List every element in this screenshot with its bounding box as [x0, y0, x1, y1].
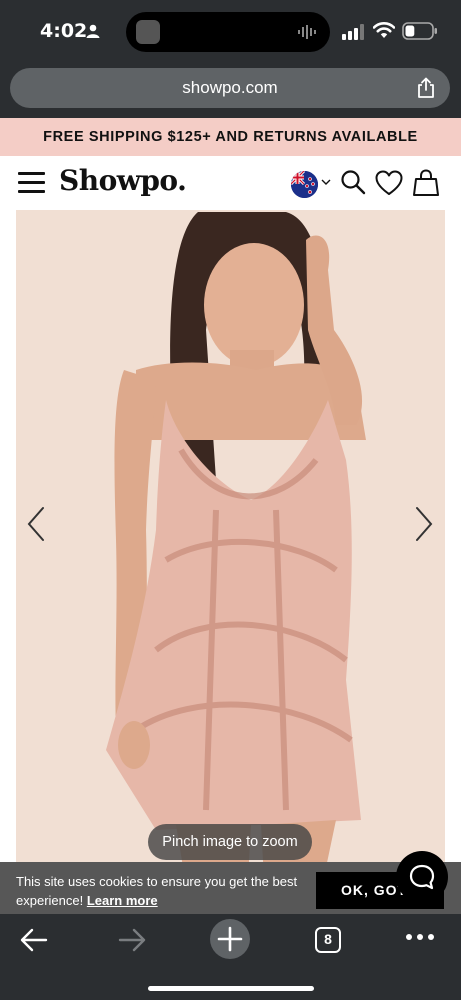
forward-arrow-icon[interactable] [118, 928, 146, 952]
hamburger-menu-icon[interactable] [18, 172, 45, 193]
chat-button[interactable] [396, 851, 448, 903]
plus-icon [217, 926, 243, 952]
site-logo[interactable]: Showpo. [59, 164, 187, 197]
status-time: 4:02 [40, 20, 88, 42]
new-tab-button[interactable] [210, 919, 250, 959]
dynamic-island [126, 12, 330, 52]
home-indicator [148, 986, 314, 991]
status-bar: 4:02 [0, 0, 461, 62]
chat-bubble-icon [409, 864, 435, 890]
learn-more-link[interactable]: Learn more [87, 893, 158, 908]
browser-address-row: showpo.com [0, 62, 461, 118]
audio-wave-icon [298, 25, 316, 39]
cookie-message: This site uses cookies to ensure you get… [16, 872, 306, 910]
chevron-down-icon[interactable] [321, 178, 331, 186]
album-art-icon [136, 20, 160, 44]
site-header: Showpo. [0, 156, 461, 210]
address-bar[interactable]: showpo.com [10, 68, 450, 108]
product-image[interactable] [16, 210, 445, 915]
wifi-icon [373, 22, 395, 38]
more-options-icon[interactable] [405, 932, 435, 942]
url-text[interactable]: showpo.com [10, 78, 450, 98]
heart-icon[interactable] [375, 170, 403, 196]
previous-image-arrow-icon[interactable] [26, 506, 46, 542]
share-icon[interactable] [416, 77, 436, 99]
promo-banner[interactable]: FREE SHIPPING $125+ AND RETURNS AVAILABL… [0, 118, 461, 156]
battery-icon [402, 22, 437, 40]
cookie-banner: This site uses cookies to ensure you get… [0, 862, 461, 914]
pinch-to-zoom-hint: Pinch image to zoom [148, 824, 312, 860]
shopping-bag-icon[interactable] [413, 169, 439, 197]
country-flag-icon[interactable] [291, 171, 318, 198]
tab-count-button[interactable]: 8 [315, 927, 341, 953]
cellular-signal-icon [342, 24, 364, 40]
browser-toolbar: 8 [0, 914, 461, 1000]
product-gallery: Pinch image to zoom [0, 210, 461, 915]
person-icon [86, 24, 100, 38]
search-icon[interactable] [340, 169, 366, 195]
next-image-arrow-icon[interactable] [414, 506, 434, 542]
back-arrow-icon[interactable] [20, 928, 48, 952]
